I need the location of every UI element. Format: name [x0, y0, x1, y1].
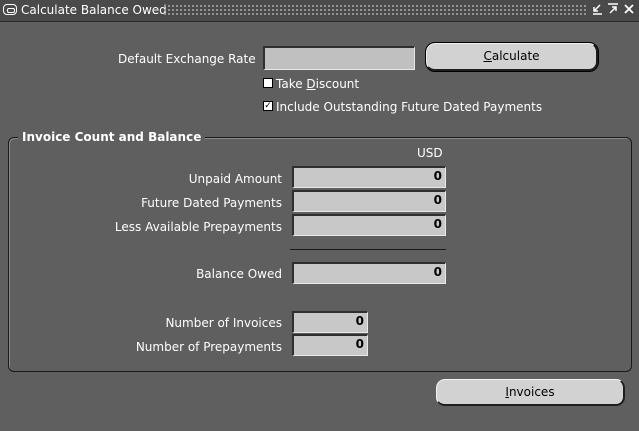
calculate-mnemonic: C — [483, 49, 492, 63]
title-bar[interactable]: Calculate Balance Owed — [0, 0, 639, 22]
currency-label: USD — [417, 146, 443, 160]
calculate-label: alculate — [491, 49, 540, 63]
group-title: Invoice Count and Balance — [18, 130, 206, 144]
title-bar-pattern — [163, 4, 586, 16]
number-of-invoices-label: Number of Invoices — [165, 316, 282, 330]
balance-owed-label: Balance Owed — [196, 267, 282, 281]
exchange-rate-label: Default Exchange Rate — [118, 52, 256, 66]
include-future-payments-label: Include Outstanding Future Dated Payment… — [276, 100, 543, 114]
exchange-rate-field[interactable] — [263, 46, 415, 70]
number-of-prepayments-label: Number of Prepayments — [135, 340, 282, 354]
sum-separator-line — [290, 249, 446, 250]
take-discount-label: Take Discount — [276, 77, 360, 91]
number-of-prepayments-field[interactable]: 0 — [292, 334, 368, 356]
close-icon[interactable] — [622, 3, 636, 17]
unpaid-amount-field[interactable]: 0 — [292, 166, 446, 188]
unpaid-amount-label: Unpaid Amount — [188, 172, 282, 186]
minimize-icon[interactable] — [590, 3, 604, 17]
maximize-icon[interactable] — [606, 3, 620, 17]
less-available-prepayments-field[interactable]: 0 — [292, 214, 446, 236]
balance-owed-field[interactable]: 0 — [292, 262, 446, 284]
future-dated-payments-field[interactable]: 0 — [292, 190, 446, 212]
calculate-button[interactable]: Calculate — [425, 42, 599, 72]
less-available-prepayments-label: Less Available Prepayments — [114, 220, 282, 234]
invoices-button[interactable]: Invoices — [436, 379, 625, 406]
include-future-payments-checkbox[interactable]: ✓ — [263, 101, 273, 111]
system-menu-icon[interactable] — [3, 4, 17, 15]
number-of-invoices-field[interactable]: 0 — [292, 311, 368, 333]
take-discount-checkbox[interactable] — [263, 78, 273, 88]
future-dated-payments-label: Future Dated Payments — [141, 196, 282, 210]
window-title: Calculate Balance Owed — [21, 3, 167, 17]
invoices-label: nvoices — [508, 385, 555, 399]
calculate-balance-window: Calculate Balance Owed Default Exchange … — [0, 0, 639, 431]
